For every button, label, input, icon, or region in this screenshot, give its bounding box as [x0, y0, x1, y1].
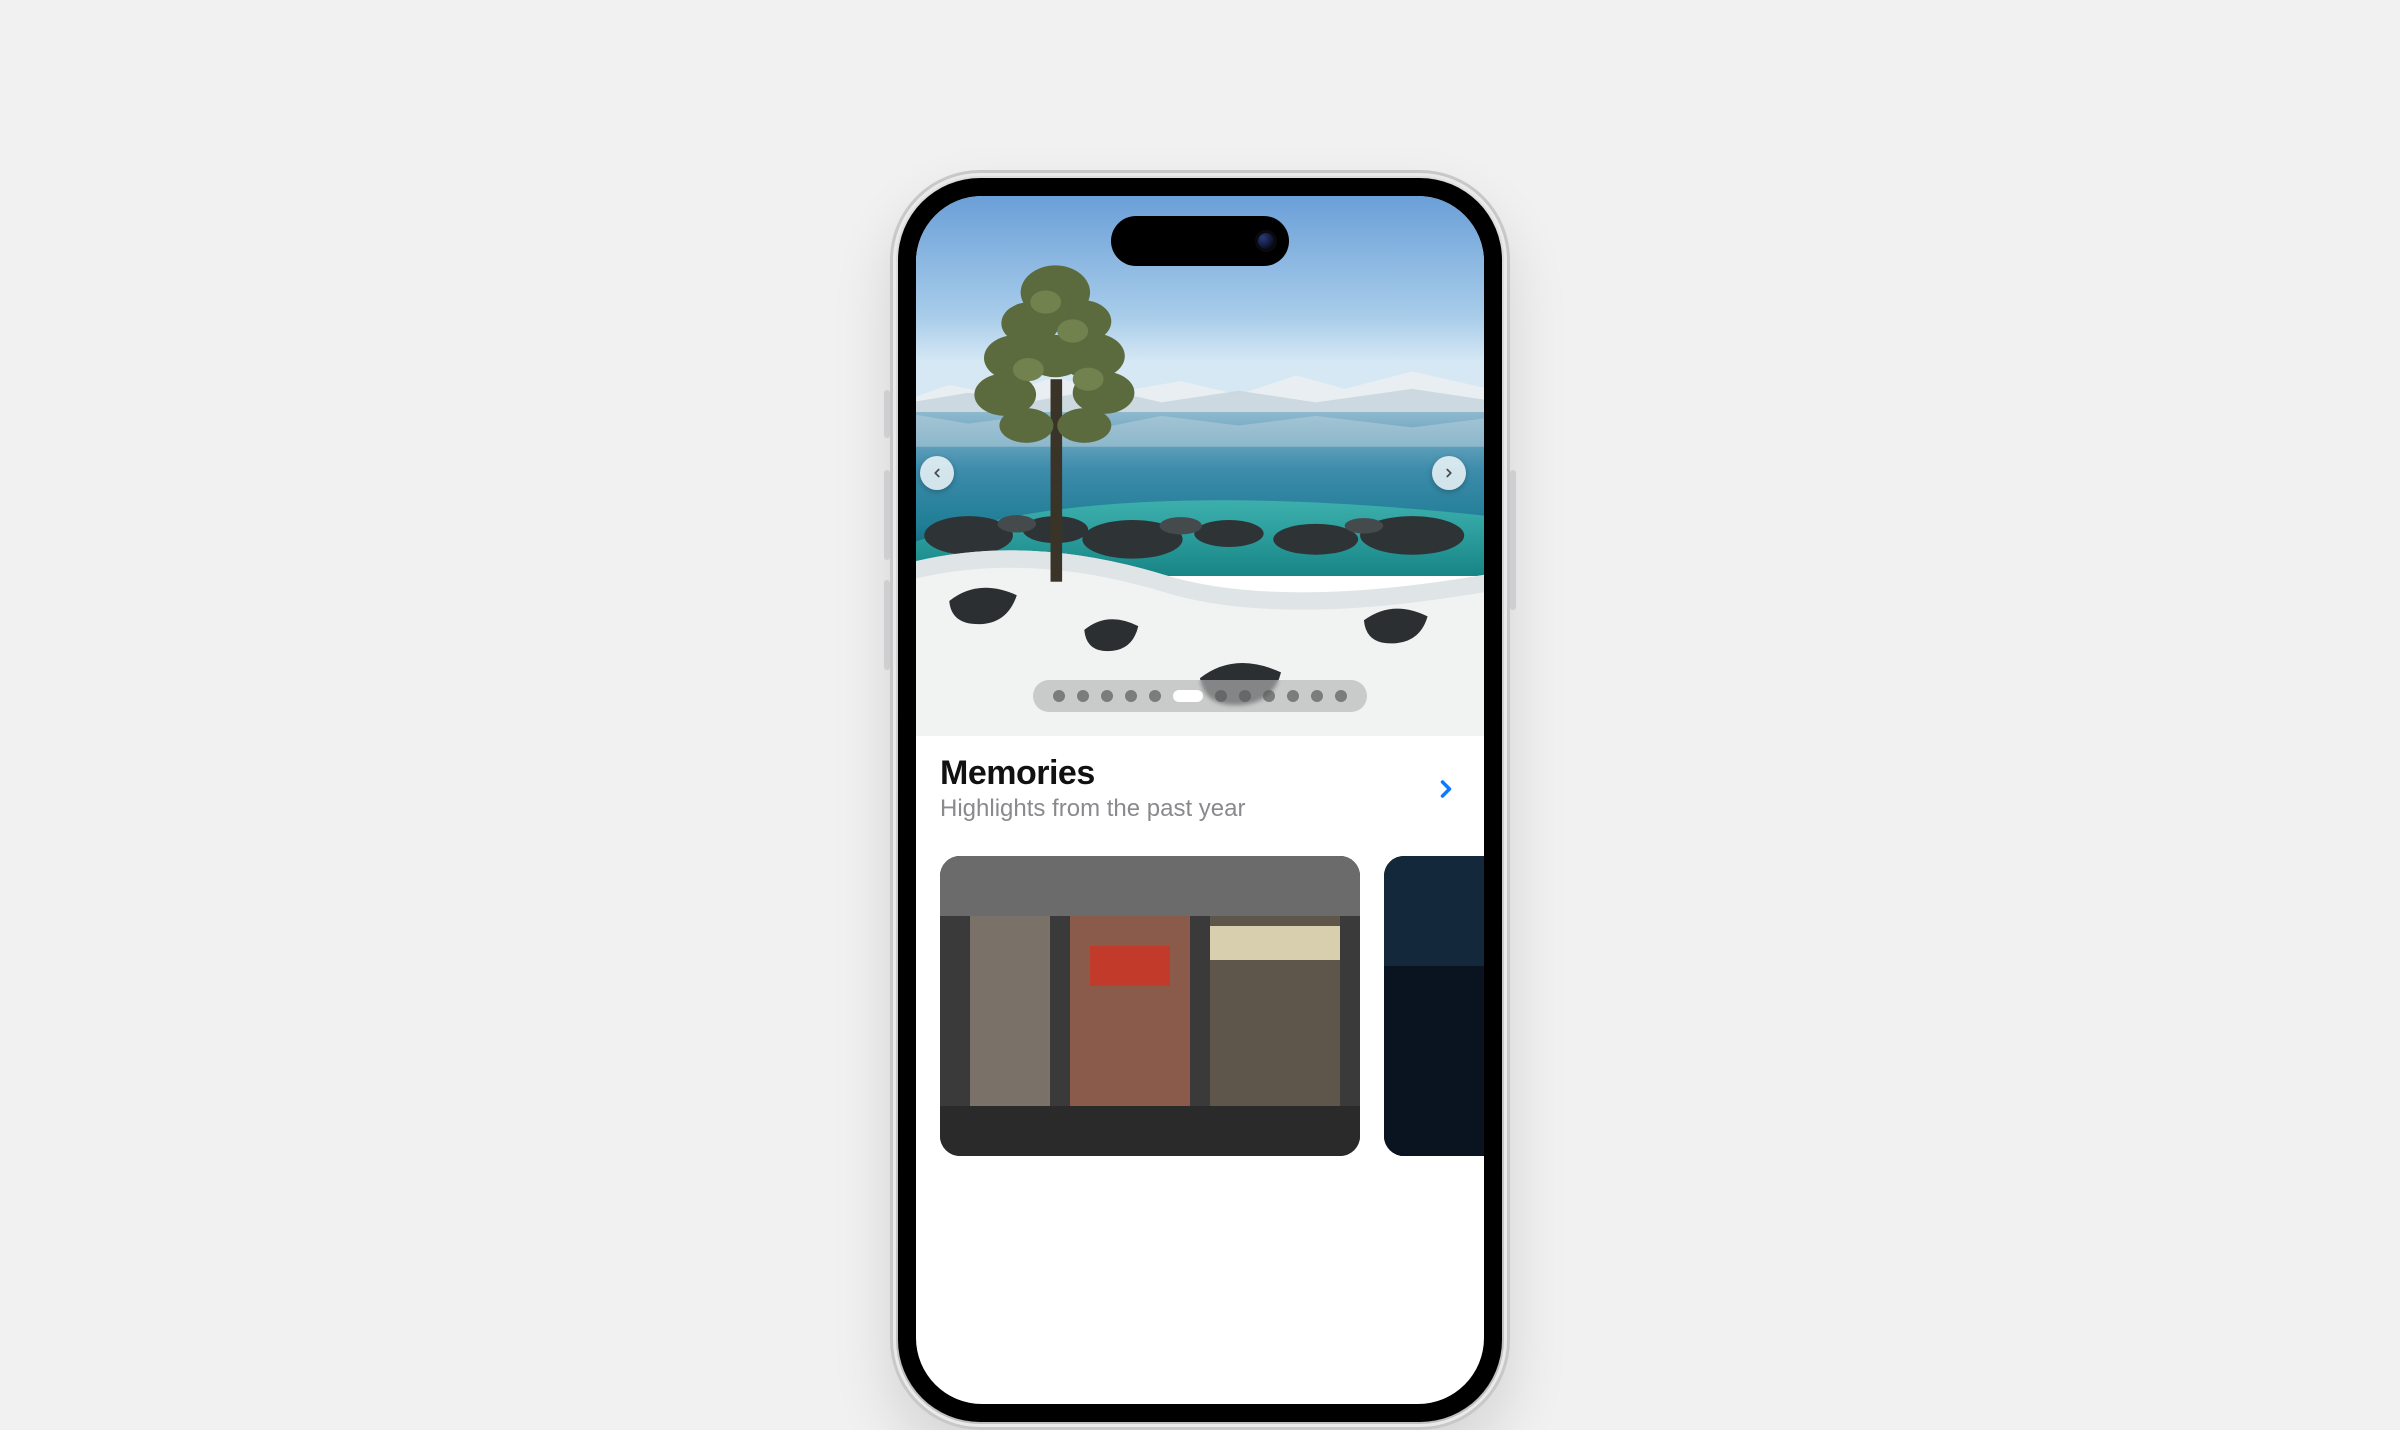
featured-photo[interactable]: [916, 196, 1484, 736]
chevron-left-icon: [930, 466, 944, 480]
page-dot[interactable]: [1077, 690, 1089, 702]
phone-frame: Memories Highlights from the past year: [890, 170, 1510, 1430]
memories-section: Memories Highlights from the past year: [916, 736, 1484, 837]
page-dot[interactable]: [1215, 690, 1227, 702]
memory-thumbnail-image: [1384, 856, 1484, 1156]
memory-card[interactable]: [1384, 856, 1484, 1156]
page-dot[interactable]: [1101, 690, 1113, 702]
page-dot[interactable]: [1053, 690, 1065, 702]
memory-card[interactable]: [940, 856, 1360, 1156]
next-photo-button[interactable]: [1432, 456, 1466, 490]
chevron-right-icon[interactable]: [1432, 775, 1460, 803]
phone-screen: Memories Highlights from the past year: [916, 196, 1484, 1404]
side-button-volume-up: [884, 470, 890, 560]
side-button-silent: [884, 390, 890, 438]
dynamic-island: [1111, 216, 1289, 266]
featured-photo-image: [916, 196, 1484, 736]
page-dot[interactable]: [1287, 690, 1299, 702]
side-button-power: [1510, 470, 1516, 610]
memories-thumbnails: [916, 856, 1484, 1156]
phone-bezel: Memories Highlights from the past year: [898, 178, 1502, 1422]
previous-photo-button[interactable]: [920, 456, 954, 490]
side-button-volume-down: [884, 580, 890, 670]
page-dot[interactable]: [1239, 690, 1251, 702]
page-dot[interactable]: [1335, 690, 1347, 702]
front-camera-icon: [1255, 230, 1277, 252]
memories-header-row[interactable]: Memories Highlights from the past year: [940, 754, 1460, 823]
memory-thumbnail-image: [940, 856, 1360, 1156]
memories-subtitle: Highlights from the past year: [940, 795, 1245, 823]
page-indicator[interactable]: [1033, 680, 1367, 712]
page-dot[interactable]: [1263, 690, 1275, 702]
page-dot[interactable]: [1149, 690, 1161, 702]
page-dot[interactable]: [1125, 690, 1137, 702]
chevron-right-icon: [1442, 466, 1456, 480]
memories-title: Memories: [940, 754, 1245, 793]
page-dot[interactable]: [1173, 690, 1203, 702]
page-dot[interactable]: [1311, 690, 1323, 702]
